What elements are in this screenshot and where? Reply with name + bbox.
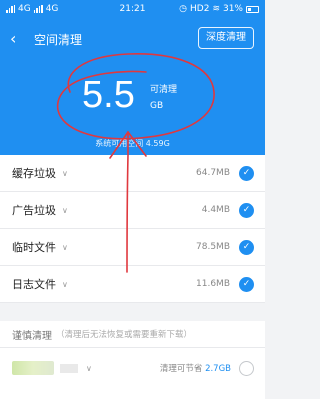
unchecked-circle-icon[interactable] xyxy=(239,360,254,376)
section-divider xyxy=(0,313,265,321)
header-area: 4G 4G 21:21 ◷ HD2 ≋ 31% ‹ 空间清理 深度清理 5.5 … xyxy=(0,0,265,155)
item-label: 缓存垃圾 xyxy=(12,167,56,180)
caution-section-header: 谨慎清理 （清理后无法恢复或需要重新下载） xyxy=(0,321,265,348)
available-space-text: 系统可用空间 4.59G xyxy=(95,139,170,148)
size-label: 可清理 xyxy=(150,85,178,95)
status-time: 21:21 xyxy=(119,4,146,14)
app-thumbnail xyxy=(12,361,54,375)
deep-clean-button[interactable]: 深度清理 xyxy=(198,27,254,49)
signal-icon-2 xyxy=(33,5,43,13)
savable-label: 清理可节省 xyxy=(159,364,203,374)
list-item[interactable]: 广告垃圾 ∨ 4.4MB ✓ xyxy=(0,192,265,229)
hd-label: HD2 xyxy=(190,4,210,14)
chevron-down-icon[interactable]: ∨ xyxy=(62,280,68,289)
list-item[interactable]: 临时文件 ∨ 78.5MB ✓ xyxy=(0,229,265,266)
list-item[interactable]: 日志文件 ∨ 11.6MB ✓ xyxy=(0,266,265,303)
network-label-1: 4G xyxy=(18,4,31,14)
item-label: 临时文件 xyxy=(12,241,56,254)
checkmark-icon[interactable]: ✓ xyxy=(239,165,254,181)
bottom-area xyxy=(0,388,265,399)
app-name-placeholder xyxy=(60,363,78,373)
chevron-down-icon[interactable]: ∨ xyxy=(86,364,92,373)
size-unit: GB xyxy=(150,101,164,111)
page-title: 空间清理 xyxy=(34,32,83,47)
status-left: 4G 4G xyxy=(6,4,96,14)
savable-value: 2.7GB xyxy=(205,364,231,374)
chevron-left-icon[interactable]: ‹ xyxy=(10,31,28,47)
caution-list-item[interactable]: ∨ 清理可节省 2.7GB xyxy=(0,348,265,388)
item-size: 4.4MB xyxy=(201,205,230,215)
chevron-down-icon[interactable]: ∨ xyxy=(62,243,68,252)
item-size: 64.7MB xyxy=(196,168,230,178)
wifi-icon: ≋ xyxy=(212,4,220,14)
app-bar: ‹ 空间清理 深度清理 xyxy=(0,18,265,60)
clock-icon: ◷ xyxy=(179,4,187,14)
battery-icon xyxy=(246,5,259,13)
item-size: 11.6MB xyxy=(196,279,230,289)
checkmark-icon[interactable]: ✓ xyxy=(239,239,254,255)
checkmark-icon[interactable]: ✓ xyxy=(239,276,254,292)
chevron-down-icon[interactable]: ∨ xyxy=(62,206,68,215)
item-size: 78.5MB xyxy=(196,242,230,252)
battery-label: 31% xyxy=(222,4,243,14)
checkmark-icon[interactable]: ✓ xyxy=(239,202,254,218)
status-bar: 4G 4G 21:21 ◷ HD2 ≋ 31% xyxy=(0,0,265,18)
list-item[interactable]: 缓存垃圾 ∨ 64.7MB ✓ xyxy=(0,155,265,192)
junk-list: 缓存垃圾 ∨ 64.7MB ✓ 广告垃圾 ∨ 4.4MB ✓ 临时文件 ∨ 78… xyxy=(0,155,265,303)
status-right: ◷ HD2 ≋ 31% xyxy=(169,4,259,14)
item-label: 日志文件 xyxy=(12,278,56,291)
signal-icon xyxy=(6,5,15,13)
savable-text: 清理可节省 2.7GB xyxy=(160,362,231,374)
chevron-down-icon[interactable]: ∨ xyxy=(62,169,68,178)
size-value: 5.5 xyxy=(82,74,135,116)
cleanable-size: 5.5 可清理 GB xyxy=(82,74,202,124)
caution-title: 谨慎清理 xyxy=(12,330,52,342)
item-label: 广告垃圾 xyxy=(12,204,56,217)
network-label-2: 4G xyxy=(45,4,59,14)
caution-note: （清理后无法恢复或需要重新下载） xyxy=(56,330,193,340)
